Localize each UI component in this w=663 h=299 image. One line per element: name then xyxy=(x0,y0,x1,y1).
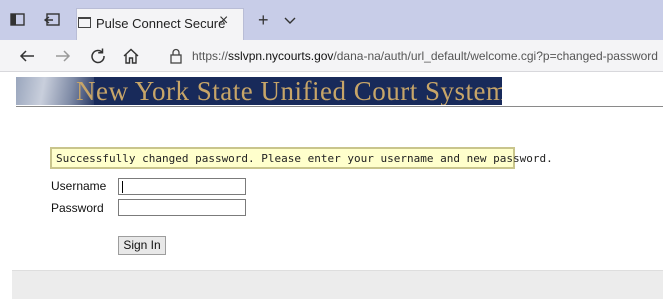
page-icon xyxy=(78,17,91,28)
tab-title: Pulse Connect Secure xyxy=(96,16,226,31)
sign-in-button[interactable]: Sign In xyxy=(118,236,166,255)
password-input[interactable] xyxy=(118,199,246,216)
home-icon[interactable] xyxy=(122,47,140,65)
refresh-icon[interactable] xyxy=(89,47,107,65)
success-message: Successfully changed password. Please en… xyxy=(50,147,553,169)
address-bar[interactable]: https://sslvpn.nycourts.gov/dana-na/auth… xyxy=(192,49,658,63)
tab-actions-icon[interactable] xyxy=(10,13,26,27)
footer-band xyxy=(12,270,663,299)
chevron-down-icon[interactable] xyxy=(283,15,297,25)
close-tab-icon[interactable]: × xyxy=(219,13,228,29)
navigation-bar: https://sslvpn.nycourts.gov/dana-na/auth… xyxy=(0,40,663,72)
set-aside-tabs-icon[interactable] xyxy=(43,13,60,27)
tab-strip: Pulse Connect Secure × + xyxy=(0,0,663,40)
url-scheme: https:// xyxy=(192,49,229,63)
text-caret xyxy=(122,181,123,193)
court-system-banner: New York State Unified Court System xyxy=(16,77,502,105)
lock-icon[interactable] xyxy=(168,48,184,65)
forward-arrow-icon[interactable] xyxy=(54,47,72,65)
new-tab-icon[interactable]: + xyxy=(258,11,269,29)
url-path: /dana-na/auth/url_default/welcome.cgi?p=… xyxy=(333,49,658,63)
url-host: sslvpn.nycourts.gov xyxy=(228,49,334,63)
banner-title: New York State Unified Court System xyxy=(76,77,502,105)
password-label: Password xyxy=(51,201,104,215)
header-divider xyxy=(16,106,663,107)
username-label: Username xyxy=(51,179,107,193)
username-input[interactable] xyxy=(118,178,246,195)
back-arrow-icon[interactable] xyxy=(18,47,36,65)
